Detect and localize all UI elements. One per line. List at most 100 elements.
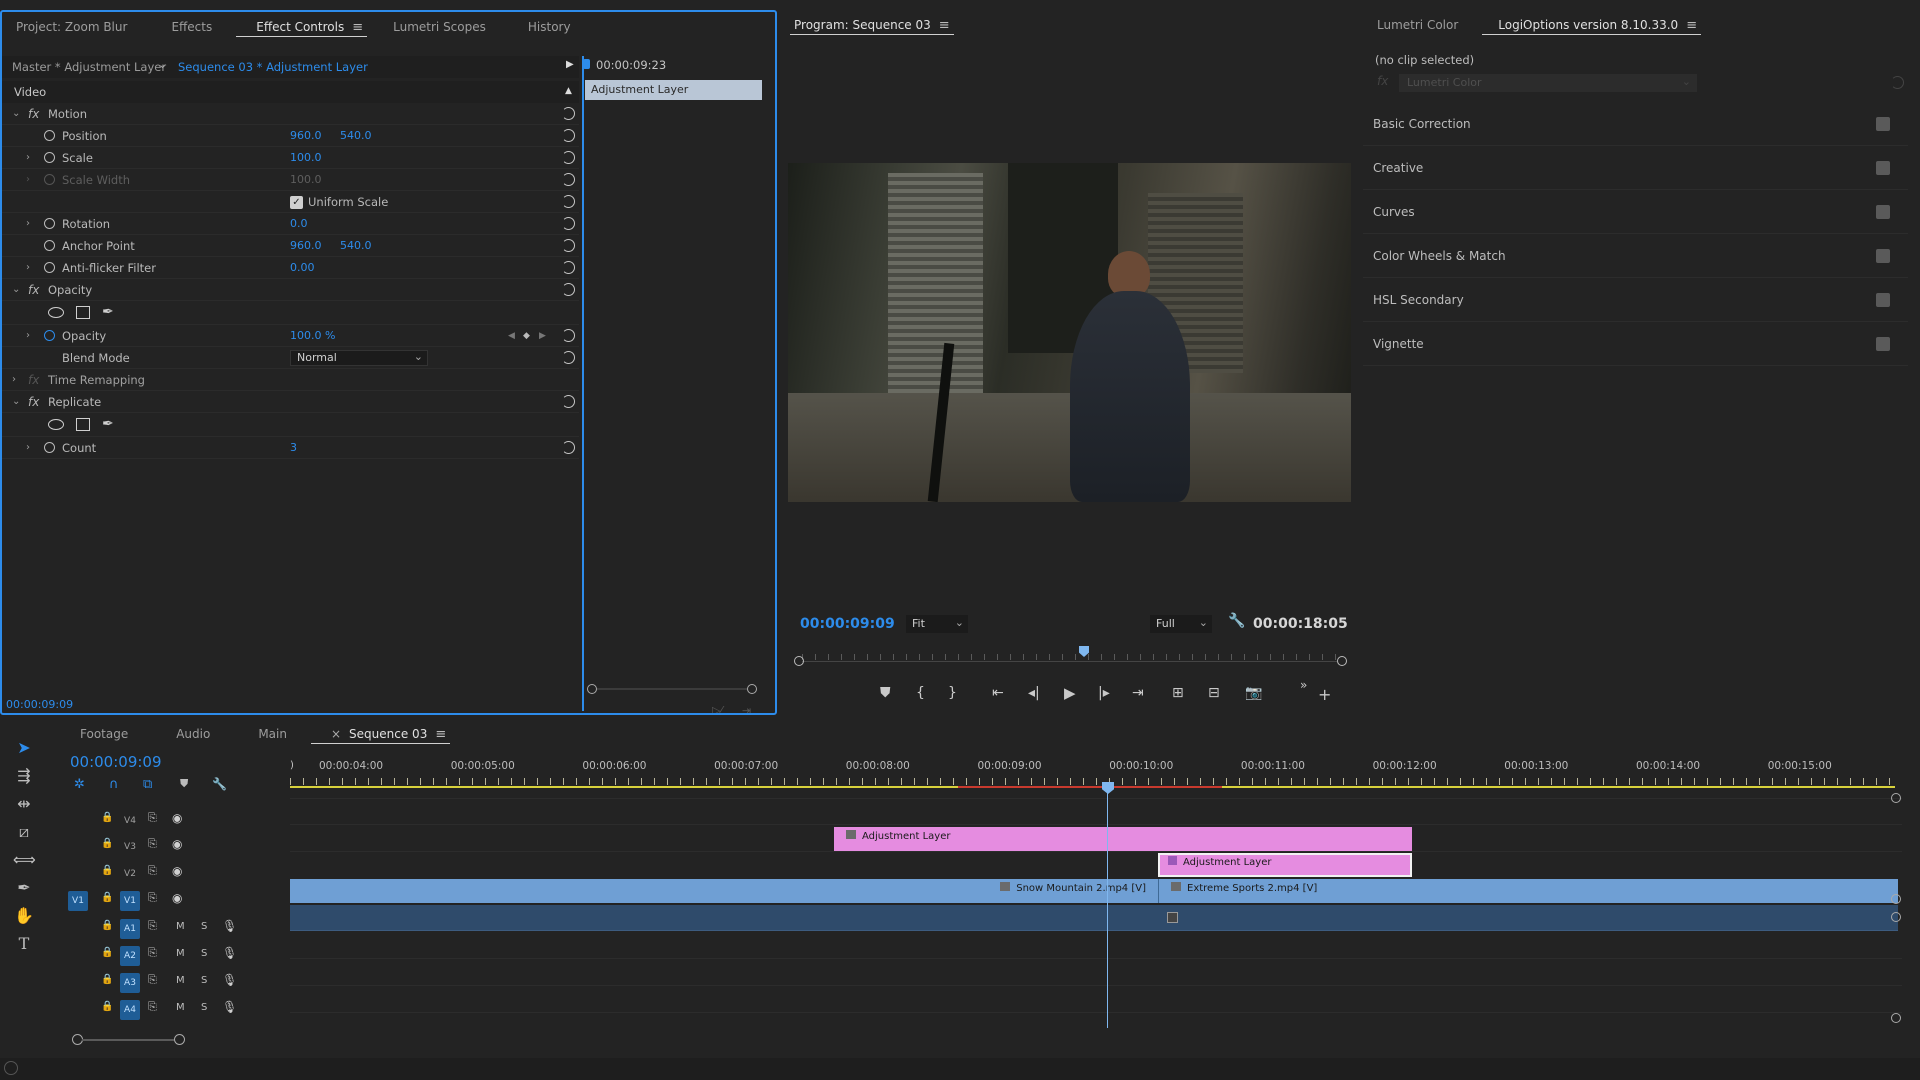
a-scroll-top-handle[interactable] <box>1891 912 1901 922</box>
audio-keyframe-icon[interactable] <box>1167 912 1178 923</box>
position-x-value[interactable]: 960.0 <box>290 125 322 147</box>
fit-select[interactable]: Fit ⌄ <box>906 615 968 633</box>
linked-selection-icon[interactable]: ⧉ <box>143 777 152 792</box>
track-target-a3[interactable]: A3 <box>120 973 140 993</box>
scale-width-reset-icon[interactable] <box>562 173 575 186</box>
antiflicker-reset-icon[interactable] <box>562 261 575 274</box>
lock-icon[interactable]: 🔒 <box>101 947 113 958</box>
tab-main[interactable]: Main <box>224 720 301 749</box>
sync-lock-icon[interactable]: ⎘ <box>148 919 157 933</box>
tab-effects[interactable]: Effects <box>141 12 226 42</box>
rotation-reset-icon[interactable] <box>562 217 575 230</box>
opacity-reset-icon[interactable] <box>562 329 575 342</box>
mute-button[interactable]: M <box>176 1002 185 1013</box>
sync-lock-icon[interactable]: ⎘ <box>148 811 157 825</box>
section-color-wheels[interactable]: Color Wheels & Match <box>1363 234 1908 278</box>
anchor-y-value[interactable]: 540.0 <box>340 235 372 257</box>
sync-lock-icon[interactable]: ⎘ <box>148 946 157 960</box>
color-wheels-checkbox[interactable] <box>1876 249 1890 263</box>
lumetri-reset-icon[interactable] <box>1891 76 1904 89</box>
scale-width-caret-icon[interactable]: › <box>26 169 30 191</box>
replicate-pen-mask-icon[interactable]: ✒ <box>102 413 114 435</box>
effect-controls-current-time[interactable]: 00:00:09:09 <box>6 698 73 711</box>
logi-menu-icon[interactable]: ≡ <box>1686 11 1697 41</box>
step-forward-icon[interactable]: |▸ <box>1098 685 1110 701</box>
track-target-v1[interactable]: V1 <box>120 891 140 911</box>
replicate-reset-icon[interactable] <box>562 395 575 408</box>
opacity-caret-icon[interactable]: ⌄ <box>12 279 20 301</box>
rectangle-mask-icon[interactable] <box>76 306 90 319</box>
curves-checkbox[interactable] <box>1876 205 1890 219</box>
mark-out-icon[interactable]: } <box>948 685 957 701</box>
selection-tool-icon[interactable]: ➤ <box>13 738 35 760</box>
replicate-fx-icon[interactable]: fx <box>28 391 39 413</box>
tab-lumetri-color[interactable]: Lumetri Color <box>1363 10 1472 40</box>
solo-button[interactable]: S <box>201 921 207 932</box>
tab-project[interactable]: Project: Zoom Blur <box>2 12 141 42</box>
section-curves[interactable]: Curves <box>1363 190 1908 234</box>
sync-lock-icon[interactable]: ⎘ <box>148 891 157 905</box>
tab-audio[interactable]: Audio <box>142 720 224 749</box>
export-icon[interactable]: ⇥ <box>742 704 751 713</box>
settings-wrench-icon[interactable]: 🔧 <box>1228 613 1245 629</box>
track-target-v3[interactable]: V3 <box>120 837 140 857</box>
count-stopwatch-icon[interactable] <box>44 442 55 453</box>
uniform-scale-reset-icon[interactable] <box>562 195 575 208</box>
play-icon[interactable]: ▶ <box>1064 684 1076 702</box>
blend-reset-icon[interactable] <box>562 351 575 364</box>
blend-mode-select[interactable]: Normal ⌄ <box>290 350 428 366</box>
position-stopwatch-icon[interactable] <box>44 130 55 141</box>
position-y-value[interactable]: 540.0 <box>340 125 372 147</box>
status-indicator-icon[interactable] <box>4 1061 18 1075</box>
antiflicker-caret-icon[interactable]: › <box>26 257 30 279</box>
scale-caret-icon[interactable]: › <box>26 147 30 169</box>
sync-lock-icon[interactable]: ⎘ <box>148 837 157 851</box>
export-frame-icon[interactable]: 📷 <box>1245 685 1262 701</box>
add-marker-icon[interactable]: ⛊ <box>880 685 891 701</box>
slip-tool-icon[interactable]: ⟺ <box>13 850 36 872</box>
scale-value[interactable]: 100.0 <box>290 147 322 169</box>
replicate-caret-icon[interactable]: ⌄ <box>12 391 20 413</box>
filter-icon[interactable]: ▷⁄ <box>712 704 722 713</box>
tab-program[interactable]: Program: Sequence 03 ≡ <box>780 10 964 40</box>
v2-adjustment-clip[interactable]: Adjustment Layer <box>1158 853 1412 877</box>
opacity-stopwatch-icon[interactable] <box>44 330 55 341</box>
uniform-scale-checkbox[interactable]: ✓ <box>290 196 303 209</box>
time-remap-caret-icon[interactable]: › <box>12 369 16 391</box>
tab-sequence-03[interactable]: × Sequence 03 ≡ <box>301 720 460 749</box>
quality-select[interactable]: Full ⌄ <box>1150 615 1212 633</box>
zoom-thumb[interactable] <box>82 1039 174 1041</box>
zoom-right-handle[interactable] <box>174 1034 185 1045</box>
eye-icon[interactable]: ◉ <box>172 864 182 878</box>
ripple-edit-tool-icon[interactable]: ⇹ <box>13 794 35 816</box>
opacity-effect-reset-icon[interactable] <box>562 283 575 296</box>
v1-extreme-sports-clip[interactable]: Extreme Sports 2.mp4 [V] <box>1158 879 1898 903</box>
timeline-zoom-scrollbar[interactable] <box>72 1034 1662 1046</box>
timeline-settings-wrench-icon[interactable]: 🔧 <box>212 777 227 791</box>
track-select-tool-icon[interactable]: ⇶ <box>13 766 35 788</box>
count-value[interactable]: 3 <box>290 437 297 459</box>
lock-icon[interactable]: 🔒 <box>101 892 113 903</box>
playhead-marker[interactable] <box>583 59 590 69</box>
mute-button[interactable]: M <box>176 921 185 932</box>
prev-keyframe-icon[interactable]: ◀ <box>508 325 515 347</box>
microphone-icon[interactable]: 🎙 <box>222 919 237 933</box>
v1-snow-mountain-clip[interactable]: Snow Mountain 2.mp4 [V] <box>290 879 1158 903</box>
go-to-out-icon[interactable]: ⇥ <box>1132 685 1144 701</box>
mini-clip-bar[interactable]: Adjustment Layer <box>585 80 762 100</box>
rotation-stopwatch-icon[interactable] <box>44 218 55 229</box>
collapse-up-icon[interactable]: ▲ <box>565 80 572 102</box>
ellipse-mask-icon[interactable] <box>48 307 64 318</box>
solo-button[interactable]: S <box>201 1002 207 1013</box>
opacity-fx-icon[interactable]: fx <box>28 279 39 301</box>
eye-icon[interactable]: ◉ <box>172 811 182 825</box>
sequence-menu-icon[interactable]: ≡ <box>435 720 446 750</box>
pen-tool-icon[interactable]: ✒ <box>13 878 35 900</box>
replicate-effect-row[interactable]: ⌄ fx Replicate <box>2 391 579 413</box>
timeline-playhead[interactable] <box>1102 782 1114 794</box>
tab-footage[interactable]: Footage <box>54 720 142 749</box>
source-patch-v1[interactable]: V1 <box>68 891 88 911</box>
go-to-in-icon[interactable]: ⇤ <box>992 685 1004 701</box>
scrub-start-handle[interactable] <box>794 656 804 666</box>
lock-icon[interactable]: 🔒 <box>101 838 113 849</box>
